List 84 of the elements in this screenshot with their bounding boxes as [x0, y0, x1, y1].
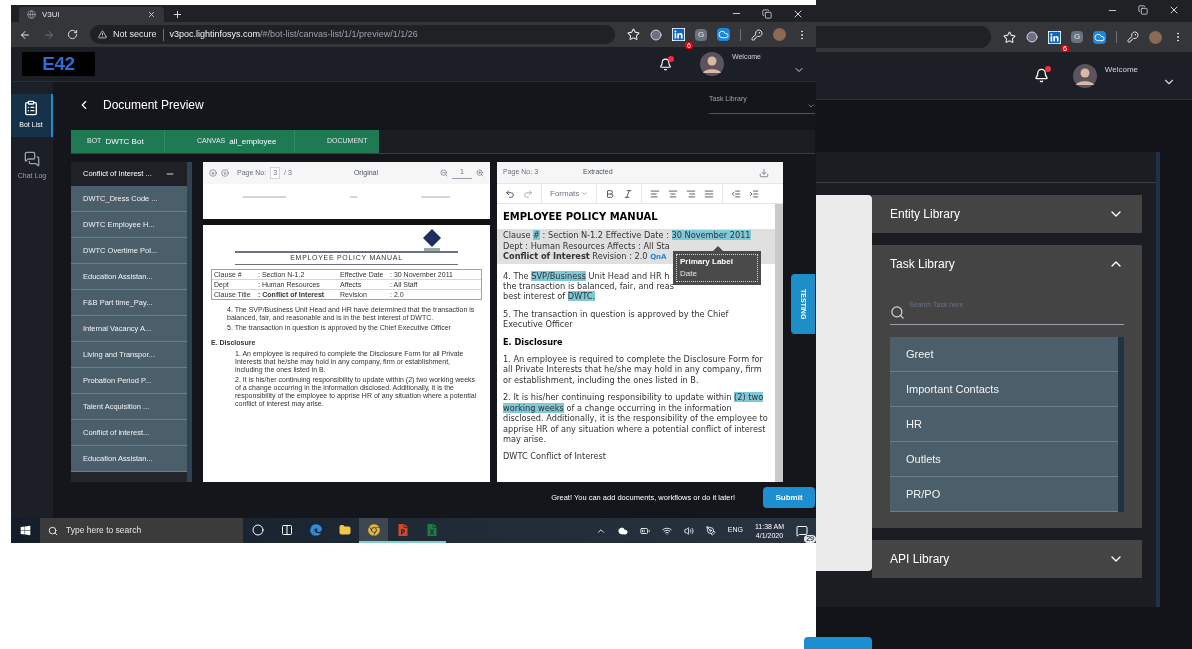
page-title: Document Preview [103, 97, 204, 114]
folder-icon [338, 523, 351, 536]
notifications-icon[interactable] [796, 524, 808, 537]
address-field[interactable] [816, 26, 991, 48]
new-tab-icon[interactable] [172, 9, 183, 20]
back-icon[interactable] [19, 28, 31, 41]
bold-icon[interactable] [605, 188, 616, 199]
chrome-icon [367, 523, 380, 536]
align-left-icon[interactable] [650, 188, 661, 199]
avatar-icon [1072, 63, 1097, 88]
undo-icon[interactable] [505, 188, 515, 199]
tooltip-title: Primary Label [680, 256, 734, 268]
battery-icon[interactable] [639, 525, 650, 536]
star-icon[interactable] [1003, 30, 1016, 44]
formats-dropdown[interactable]: Formats [542, 184, 598, 203]
extension-button[interactable]: G [695, 28, 707, 41]
search-icon [48, 525, 58, 536]
cloud-icon[interactable] [717, 28, 730, 41]
zoom-in-icon[interactable] [476, 169, 484, 177]
document-heading: EMPLOYEE POLICY MANUAL [503, 212, 659, 223]
tooltip-value: Date [680, 268, 698, 280]
extension-icon[interactable] [650, 28, 662, 41]
bell-icon[interactable] [658, 57, 672, 71]
circle-icon [251, 523, 264, 536]
linkedin-icon[interactable] [672, 28, 685, 41]
paragraph: 1. An employee is required to complete the Disclosure Form for all Private Interests that he/she may hold in any company, firm or establishment, including the ones listed in B. [503, 354, 764, 386]
task-item[interactable]: Outlets [890, 442, 1118, 477]
align-center-icon[interactable] [668, 188, 679, 199]
task-view-icon [280, 523, 293, 536]
paragraph: 5. The transaction in question is approved by the Chief Executive Officer [503, 308, 730, 330]
search-field[interactable]: Type here to search [40, 518, 243, 543]
task-item[interactable]: HR [890, 407, 1118, 442]
task-item[interactable]: PR/PO [890, 477, 1118, 512]
library-header[interactable]: Task Library [872, 245, 1142, 283]
caret-icon [581, 190, 589, 197]
emblem-icon [422, 229, 442, 251]
globe-icon [27, 10, 36, 19]
reload-icon[interactable] [67, 29, 78, 40]
align-right-icon[interactable] [686, 188, 697, 199]
close-tab-icon[interactable] [147, 10, 156, 19]
logo: E42 [22, 52, 95, 76]
volume-icon[interactable] [683, 525, 694, 536]
close-icon[interactable] [1168, 4, 1180, 16]
indent-icon[interactable] [749, 188, 760, 199]
extension-icon[interactable] [1026, 31, 1038, 43]
welcome-text: Welcome [1104, 63, 1138, 76]
clipboard-icon [23, 100, 39, 116]
key-icon[interactable] [751, 28, 763, 41]
pen-icon[interactable] [705, 525, 716, 536]
profile-icon[interactable] [773, 28, 786, 41]
task-item[interactable]: Important Contacts [890, 372, 1118, 407]
library-header[interactable]: Entity Library [872, 195, 1142, 233]
outdent-icon[interactable] [731, 188, 742, 199]
warning-icon [98, 30, 107, 39]
paragraph: DWTC Conflict of Interest [503, 451, 607, 462]
profile-icon[interactable] [1149, 30, 1162, 44]
restore-icon[interactable] [1138, 5, 1148, 15]
bell-icon[interactable] [1033, 68, 1049, 83]
start-icon[interactable] [20, 525, 31, 536]
caret-icon [807, 102, 815, 110]
chat-icon [24, 150, 40, 167]
linkedin-icon[interactable] [1048, 30, 1061, 44]
wifi-icon[interactable] [661, 525, 672, 536]
cloud-icon[interactable] [1093, 30, 1106, 44]
extension-button[interactable]: G [1071, 31, 1083, 43]
align-justify-icon[interactable] [704, 188, 715, 199]
browser-tab[interactable]: V3Ui [19, 7, 164, 22]
key-icon[interactable] [1127, 31, 1139, 43]
avatar-icon [699, 52, 724, 76]
section-heading: E. Disclosure [503, 336, 564, 348]
cloud-icon[interactable] [617, 525, 628, 536]
italic-icon[interactable] [623, 188, 634, 199]
restore-icon[interactable] [762, 8, 772, 19]
star-icon[interactable] [627, 28, 640, 41]
paragraph: 2. It is his/her continuing responsibility to update within (2) two working weeks of a change occurring in the information disclosed. Additionally, it is the responsibility of the employee to apprise HR of any situation where a potential conflict of interest may arise. [503, 392, 769, 445]
submit-button[interactable]: Submit [763, 487, 815, 508]
edge-icon [309, 523, 322, 536]
address-field[interactable]: Not secure v3poc.lightinfosys.com/#/bot-list/canvas-list/1/1/preview/1/1/26 [90, 25, 615, 44]
library-header[interactable]: API Library [872, 540, 1142, 578]
task-item[interactable]: Greet [890, 337, 1118, 372]
zoom-out-icon[interactable] [440, 169, 449, 177]
powerpoint-icon [396, 523, 409, 536]
excel-icon [425, 523, 438, 536]
search-icon [890, 305, 905, 320]
